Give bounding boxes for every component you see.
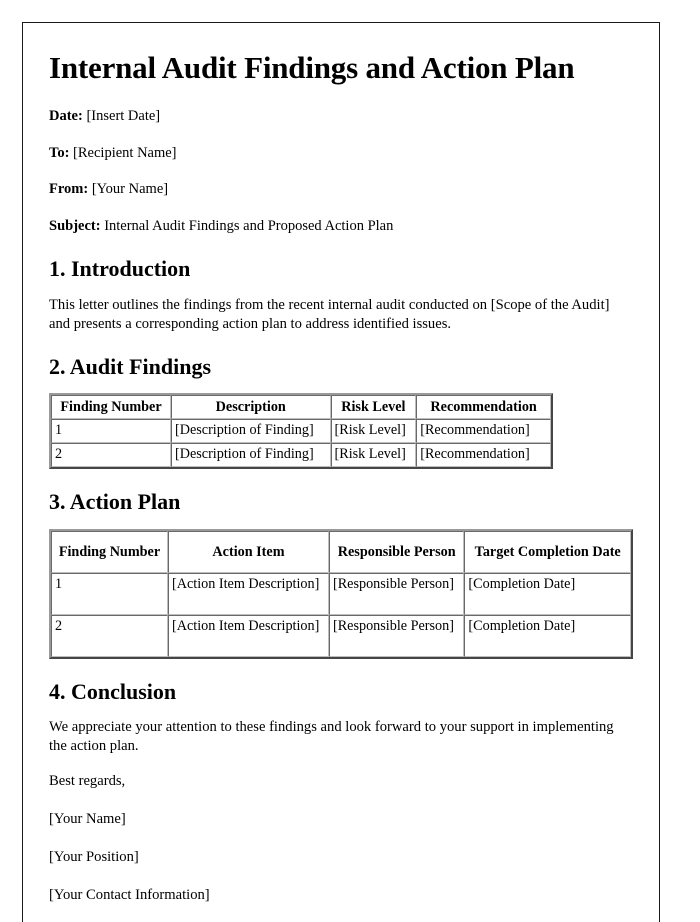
- table-header-row: Finding Number Description Risk Level Re…: [51, 395, 551, 420]
- document-page: Internal Audit Findings and Action Plan …: [22, 22, 660, 922]
- column-header-recommendation: Recommendation: [416, 395, 551, 420]
- metadata-value-date: [Insert Date]: [86, 108, 161, 125]
- cell-action-item: [Action Item Description]: [167, 572, 329, 615]
- column-header-risk-level: Risk Level: [330, 395, 417, 420]
- cell-action-item: [Action Item Description]: [167, 614, 329, 657]
- table-row: 1 [Action Item Description] [Responsible…: [51, 572, 631, 615]
- column-header-finding-number: Finding Number: [51, 395, 171, 420]
- introduction-paragraph: This letter outlines the findings from t…: [49, 296, 610, 332]
- signature-name: [Your Name]: [49, 810, 126, 827]
- metadata-value-subject: Internal Audit Findings and Proposed Act…: [104, 217, 394, 234]
- column-header-responsible-person: Responsible Person: [328, 530, 465, 573]
- section-heading-audit-findings: 2. Audit Findings: [49, 354, 212, 380]
- cell-recommendation: [Recommendation]: [416, 443, 551, 468]
- table-header-row: Finding Number Action Item Responsible P…: [51, 530, 631, 573]
- cell-finding-number: 1: [51, 572, 168, 615]
- metadata-row-from: From: [Your Name]: [49, 180, 633, 200]
- metadata-row-subject: Subject: Internal Audit Findings and Pro…: [49, 217, 633, 237]
- cell-description: [Description of Finding]: [171, 443, 331, 468]
- cell-completion-date: [Completion Date]: [464, 572, 631, 615]
- metadata-row-date: Date: [Insert Date]: [49, 107, 633, 127]
- column-header-description: Description: [171, 395, 331, 420]
- metadata-label-to: To:: [49, 144, 70, 161]
- table-row: 2 [Action Item Description] [Responsible…: [51, 614, 631, 657]
- cell-finding-number: 1: [51, 419, 171, 444]
- signature-position: [Your Position]: [49, 849, 139, 866]
- closing-salutation: Best regards,: [49, 772, 126, 789]
- section-heading-introduction: 1. Introduction: [49, 256, 191, 282]
- metadata-block: Date: [Insert Date] To: [Recipient Name]…: [49, 107, 633, 236]
- table-row: 1 [Description of Finding] [Risk Level] …: [51, 419, 551, 444]
- audit-findings-table: Finding Number Description Risk Level Re…: [49, 393, 553, 470]
- cell-finding-number: 2: [51, 614, 168, 657]
- metadata-value-to: [Recipient Name]: [73, 144, 177, 161]
- page-title: Internal Audit Findings and Action Plan: [49, 50, 575, 85]
- metadata-label-from: From:: [49, 181, 89, 198]
- cell-risk-level: [Risk Level]: [330, 419, 417, 444]
- conclusion-paragraph: We appreciate your attention to these fi…: [49, 719, 614, 755]
- cell-recommendation: [Recommendation]: [416, 419, 551, 444]
- column-header-action-item: Action Item: [167, 530, 329, 573]
- metadata-value-from: [Your Name]: [91, 181, 169, 198]
- column-header-finding-number: Finding Number: [51, 530, 168, 573]
- metadata-row-to: To: [Recipient Name]: [49, 144, 633, 164]
- cell-completion-date: [Completion Date]: [464, 614, 631, 657]
- cell-responsible-person: [Responsible Person]: [328, 614, 465, 657]
- cell-risk-level: [Risk Level]: [330, 443, 417, 468]
- metadata-label-subject: Subject:: [49, 217, 101, 234]
- metadata-label-date: Date:: [49, 108, 83, 125]
- cell-description: [Description of Finding]: [171, 419, 331, 444]
- cell-finding-number: 2: [51, 443, 171, 468]
- column-header-target-completion-date: Target Completion Date: [464, 530, 631, 573]
- table-row: 2 [Description of Finding] [Risk Level] …: [51, 443, 551, 468]
- signature-contact-information: [Your Contact Information]: [49, 887, 210, 904]
- cell-responsible-person: [Responsible Person]: [328, 572, 465, 615]
- section-heading-action-plan: 3. Action Plan: [49, 489, 181, 515]
- action-plan-table: Finding Number Action Item Responsible P…: [49, 528, 633, 659]
- section-heading-conclusion: 4. Conclusion: [49, 678, 177, 704]
